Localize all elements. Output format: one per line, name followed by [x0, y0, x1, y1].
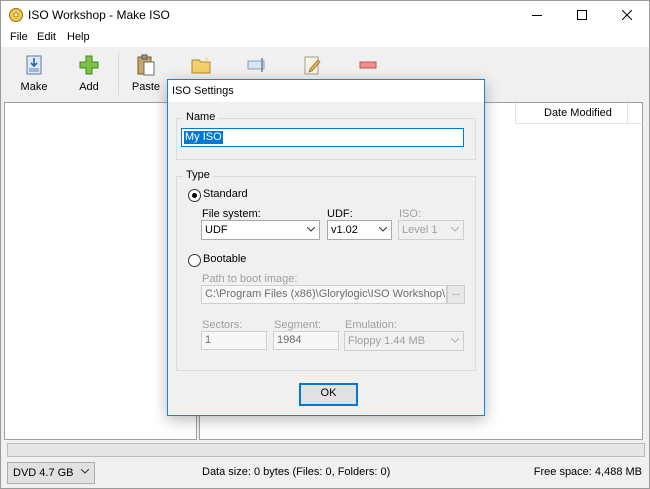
toolbar-separator [118, 53, 119, 95]
chevron-down-icon [307, 227, 315, 232]
paste-label: Paste [131, 81, 161, 93]
standard-radio[interactable] [188, 189, 201, 202]
app-disc-icon [9, 8, 23, 22]
standard-label[interactable]: Standard [203, 188, 248, 200]
udf-label: UDF: [327, 208, 353, 220]
maximize-button[interactable] [559, 1, 604, 29]
iso-level-label: ISO: [399, 208, 422, 220]
bootable-label[interactable]: Bootable [203, 253, 246, 265]
name-group-label: Name [183, 111, 219, 123]
segment-label: Segment: [274, 319, 322, 331]
segment-input[interactable]: 1984 [273, 331, 339, 350]
emulation-select[interactable]: Floppy 1.44 MB [344, 331, 464, 351]
close-button[interactable] [604, 1, 649, 29]
bootable-radio[interactable] [188, 254, 201, 267]
chevron-down-icon [451, 227, 459, 232]
add-label: Add [79, 81, 99, 93]
paste-button[interactable]: Paste [122, 51, 170, 99]
window-title: ISO Workshop - Make ISO [28, 8, 170, 22]
make-label: Make [20, 81, 48, 93]
column-header-date-modified[interactable]: Date Modified [515, 103, 628, 124]
emulation-label: Emulation: [345, 319, 397, 331]
column-header-filler [627, 103, 642, 124]
file-system-select[interactable]: UDF [201, 220, 320, 240]
status-bar: DVD 4.7 GB Data size: 0 bytes (Files: 0,… [1, 459, 649, 488]
type-group-label: Type [183, 169, 213, 181]
ok-label: OK [320, 387, 337, 399]
paste-clipboard-icon [137, 54, 155, 76]
disc-type-select[interactable]: DVD 4.7 GB [7, 462, 95, 484]
edit-properties-icon [304, 56, 321, 75]
maximize-icon [576, 10, 587, 20]
menu-edit[interactable]: Edit [37, 31, 56, 43]
iso-level-select[interactable]: Level 1 [398, 220, 464, 240]
add-button[interactable]: Add [65, 51, 113, 99]
new-folder-icon [191, 56, 211, 74]
data-size-text: Data size: 0 bytes (Files: 0, Folders: 0… [202, 466, 391, 478]
segment-value: 1984 [277, 334, 302, 346]
dialog-title-bar[interactable]: ISO Settings [168, 80, 484, 102]
free-space-text: Free space: 4,488 MB [533, 466, 642, 478]
file-system-value: UDF [205, 224, 228, 236]
capacity-bar [7, 443, 645, 457]
boot-image-path-value: C:\Program Files (x86)\Glorylogic\ISO Wo… [205, 288, 445, 300]
dialog-title: ISO Settings [172, 85, 234, 97]
sectors-input[interactable]: 1 [201, 331, 267, 350]
app-window: ISO Workshop - Make ISO File Edit Help M… [0, 0, 650, 489]
iso-name-value: My ISO [184, 131, 223, 144]
chevron-down-icon [81, 469, 89, 474]
make-disc-icon [26, 55, 42, 75]
minimize-button[interactable] [514, 1, 559, 29]
iso-level-value: Level 1 [402, 224, 438, 236]
disc-type-value: DVD 4.7 GB [13, 467, 74, 479]
close-icon [621, 10, 632, 20]
menu-file[interactable]: File [10, 31, 28, 43]
boot-image-path-input[interactable]: C:\Program Files (x86)\Glorylogic\ISO Wo… [201, 285, 447, 304]
emulation-value: Floppy 1.44 MB [348, 335, 426, 347]
udf-version-value: v1.02 [331, 224, 358, 236]
boot-image-label: Path to boot image: [202, 273, 298, 285]
date-modified-label: Date Modified [544, 107, 612, 119]
ok-button[interactable]: OK [299, 383, 358, 406]
iso-settings-dialog: ISO Settings Name My ISO Type Standard F… [167, 79, 485, 416]
rename-icon [247, 58, 265, 72]
sectors-label: Sectors: [202, 319, 243, 331]
udf-version-select[interactable]: v1.02 [327, 220, 392, 240]
make-button[interactable]: Make [10, 51, 58, 99]
menu-bar: File Edit Help [1, 29, 649, 47]
sectors-value: 1 [205, 334, 212, 346]
add-plus-icon [79, 55, 99, 75]
minimize-icon [531, 15, 542, 16]
menu-help[interactable]: Help [67, 31, 90, 43]
title-bar[interactable]: ISO Workshop - Make ISO [1, 1, 649, 29]
chevron-down-icon [451, 338, 459, 343]
file-system-label: File system: [202, 208, 261, 220]
iso-name-input[interactable]: My ISO [181, 128, 464, 147]
browse-boot-image-button[interactable]: ... [447, 285, 465, 304]
chevron-down-icon [379, 227, 387, 232]
remove-minus-icon [359, 61, 377, 69]
